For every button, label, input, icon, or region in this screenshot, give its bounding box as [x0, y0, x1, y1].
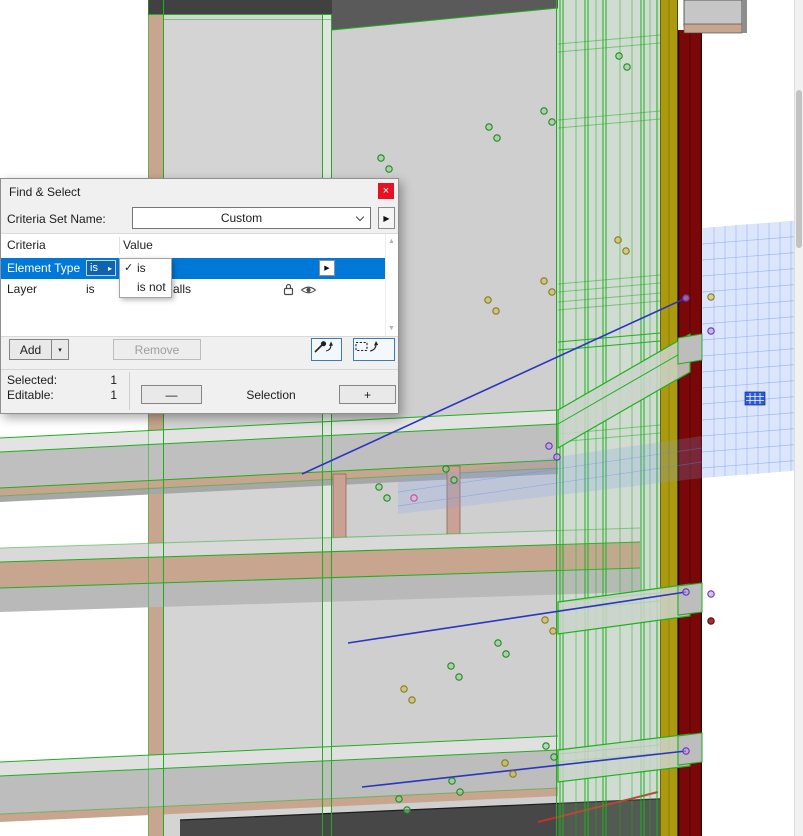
table-scrollbar[interactable]: ▲ ▼	[385, 234, 398, 336]
add-button[interactable]: Add	[9, 339, 52, 360]
pickup-settings-button[interactable]	[311, 338, 342, 361]
criteria-set-value: Custom	[220, 211, 263, 225]
criteria-column-header: Criteria	[7, 238, 46, 252]
value-flyout-button[interactable]: ▶	[319, 260, 335, 276]
criteria-cell: Element Type	[7, 261, 81, 275]
arrow-right-icon: ▶	[383, 213, 390, 223]
column-divider	[119, 237, 120, 254]
divider	[1, 369, 398, 370]
criteria-table: Criteria Value Element Type is ▸ ▶ Layer…	[1, 233, 398, 337]
deselect-button[interactable]: —	[141, 385, 202, 404]
dialog-titlebar[interactable]: Find & Select ×	[1, 179, 398, 204]
marquee-selection-button[interactable]	[353, 338, 395, 361]
editable-label: Editable:	[7, 388, 54, 402]
criteria-set-combo[interactable]: Custom	[132, 207, 371, 229]
menu-item-is[interactable]: ✓ is	[120, 259, 171, 278]
dialog-title: Find & Select	[9, 185, 81, 199]
close-button[interactable]: ×	[378, 183, 394, 199]
menu-item-label: is not	[137, 280, 166, 294]
menu-item-label: is	[137, 261, 146, 275]
minus-icon: —	[165, 387, 178, 402]
select-plus-button[interactable]: +	[339, 385, 396, 404]
scroll-down-icon[interactable]: ▼	[388, 325, 395, 332]
selection-label: Selection	[246, 388, 296, 402]
building-model-svg	[0, 0, 803, 836]
criteria-row-layer[interactable]: Layer is alls	[1, 279, 386, 300]
scroll-up-icon[interactable]: ▲	[388, 238, 395, 245]
arrow-right-icon: ▶	[324, 265, 330, 272]
find-select-dialog: Find & Select × Criteria Set Name: Custo…	[0, 178, 399, 414]
operator-dropdown[interactable]: is ▸	[86, 260, 116, 276]
scrollbar-thumb[interactable]	[796, 90, 802, 248]
dropdown-arrow-icon: ▾	[58, 346, 62, 354]
menu-item-is-not[interactable]: is not	[120, 278, 171, 297]
criteria-set-flyout-button[interactable]: ▶	[378, 207, 395, 229]
chevron-down-icon	[355, 212, 365, 222]
archicad-3d-viewport[interactable]: Find & Select × Criteria Set Name: Custo…	[0, 0, 803, 836]
check-icon: ✓	[124, 262, 134, 274]
remove-button[interactable]: Remove	[113, 339, 201, 360]
operator-arrow-icon: ▸	[107, 263, 112, 273]
criteria-cell: Layer	[7, 282, 38, 296]
operator-value: is	[90, 262, 98, 274]
operator-cell: is	[86, 282, 95, 296]
grid-symbol-icon	[744, 391, 766, 406]
add-dropdown-button[interactable]: ▾	[51, 339, 69, 360]
value-cell: alls	[173, 282, 192, 296]
plus-icon: +	[363, 387, 371, 402]
selected-label: Selected:	[7, 373, 58, 387]
vertical-scrollbar[interactable]	[794, 0, 803, 836]
criteria-row-element-type[interactable]: Element Type is ▸ ▶	[1, 258, 386, 279]
close-icon: ×	[382, 185, 390, 197]
value-column-header: Value	[123, 238, 153, 252]
divider	[129, 372, 130, 410]
operator-menu: ✓ is is not	[119, 258, 172, 298]
criteria-set-label: Criteria Set Name:	[7, 212, 106, 226]
selected-value: 1	[110, 373, 117, 387]
editable-value: 1	[110, 388, 117, 402]
